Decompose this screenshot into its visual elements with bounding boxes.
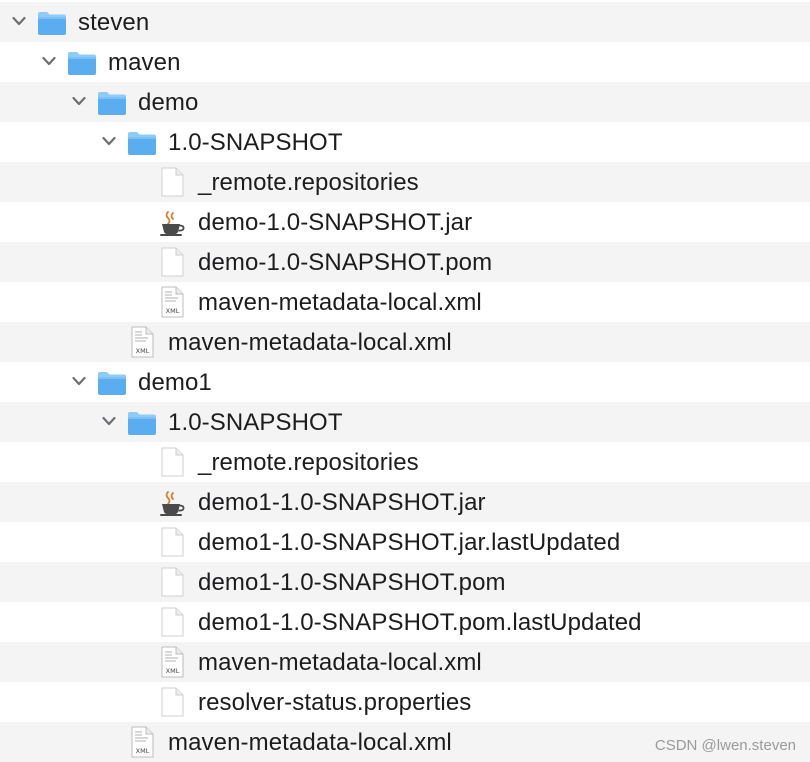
tree-row-label: _remote.repositories: [198, 449, 419, 476]
tree-row-label: maven-metadata-local.xml: [198, 649, 482, 676]
tree-row-label: demo1-1.0-SNAPSHOT.pom.lastUpdated: [198, 609, 642, 636]
tree-row-file[interactable]: XML maven-metadata-local.xml: [0, 642, 810, 682]
folder-icon: [98, 372, 126, 395]
tree-row-file[interactable]: XML maven-metadata-local.xml: [0, 282, 810, 322]
chevron-down-icon[interactable]: [42, 55, 56, 67]
chevron-down-icon[interactable]: [12, 15, 26, 27]
tree-row-label: 1.0-SNAPSHOT: [168, 409, 343, 436]
tree-row-label: maven: [108, 49, 181, 76]
document-icon: [161, 447, 184, 477]
document-icon: [161, 567, 184, 597]
document-icon: [161, 687, 184, 717]
xml-file-icon: XML: [161, 286, 184, 318]
chevron-down-icon[interactable]: [102, 415, 116, 427]
tree-row-folder[interactable]: demo: [0, 82, 810, 122]
tree-row-folder[interactable]: 1.0-SNAPSHOT: [0, 122, 810, 162]
tree-row-folder[interactable]: maven: [0, 42, 810, 82]
java-jar-icon: [160, 211, 185, 236]
document-icon: [161, 607, 184, 637]
tree-row-label: demo: [138, 89, 199, 116]
chevron-down-icon[interactable]: [72, 95, 86, 107]
tree-row-label: 1.0-SNAPSHOT: [168, 129, 343, 156]
tree-row-file[interactable]: demo1-1.0-SNAPSHOT.jar.lastUpdated: [0, 522, 810, 562]
tree-row-file[interactable]: _remote.repositories: [0, 162, 810, 202]
folder-icon: [68, 52, 96, 75]
tree-row-folder[interactable]: steven: [0, 2, 810, 42]
xml-file-icon: XML: [131, 726, 154, 758]
watermark: CSDN @lwen.steven: [654, 737, 796, 754]
xml-file-icon: XML: [131, 326, 154, 358]
tree-row-label: demo-1.0-SNAPSHOT.pom: [198, 249, 493, 276]
file-tree: steven maven demo 1.0-SNAPSHOT _remote.r…: [0, 2, 810, 762]
tree-row-file[interactable]: demo1-1.0-SNAPSHOT.pom.lastUpdated: [0, 602, 810, 642]
folder-icon: [128, 412, 156, 435]
xml-badge-text: XML: [166, 307, 180, 315]
tree-row-file[interactable]: _remote.repositories: [0, 442, 810, 482]
document-icon: [161, 167, 184, 197]
chevron-down-icon[interactable]: [72, 375, 86, 387]
tree-row-file[interactable]: XML maven-metadata-local.xml: [0, 322, 810, 362]
tree-row-label: demo1-1.0-SNAPSHOT.jar.lastUpdated: [198, 529, 621, 556]
folder-icon: [98, 92, 126, 115]
tree-row-file[interactable]: demo1-1.0-SNAPSHOT.pom: [0, 562, 810, 602]
tree-row-label: steven: [78, 9, 150, 36]
xml-badge-text: XML: [136, 347, 150, 355]
chevron-down-icon[interactable]: [102, 135, 116, 147]
tree-row-label: demo1-1.0-SNAPSHOT.pom: [198, 569, 506, 596]
tree-row-folder[interactable]: demo1: [0, 362, 810, 402]
tree-row-file[interactable]: demo-1.0-SNAPSHOT.pom: [0, 242, 810, 282]
document-icon: [161, 247, 184, 277]
xml-badge-text: XML: [166, 667, 180, 675]
tree-row-label: demo1: [138, 369, 212, 396]
document-icon: [161, 527, 184, 557]
tree-row-file[interactable]: demo-1.0-SNAPSHOT.jar: [0, 202, 810, 242]
folder-icon: [38, 12, 66, 35]
tree-row-label: demo1-1.0-SNAPSHOT.jar: [198, 489, 486, 516]
tree-row-file[interactable]: resolver-status.properties: [0, 682, 810, 722]
tree-row-label: maven-metadata-local.xml: [168, 329, 452, 356]
tree-row-file[interactable]: demo1-1.0-SNAPSHOT.jar: [0, 482, 810, 522]
xml-badge-text: XML: [136, 747, 150, 755]
tree-row-label: _remote.repositories: [198, 169, 419, 196]
tree-row-label: resolver-status.properties: [198, 689, 472, 716]
tree-row-label: maven-metadata-local.xml: [198, 289, 482, 316]
folder-icon: [128, 132, 156, 155]
tree-row-label: maven-metadata-local.xml: [168, 729, 452, 756]
xml-file-icon: XML: [161, 646, 184, 678]
java-jar-icon: [160, 491, 185, 516]
tree-row-label: demo-1.0-SNAPSHOT.jar: [198, 209, 473, 236]
tree-row-folder[interactable]: 1.0-SNAPSHOT: [0, 402, 810, 442]
